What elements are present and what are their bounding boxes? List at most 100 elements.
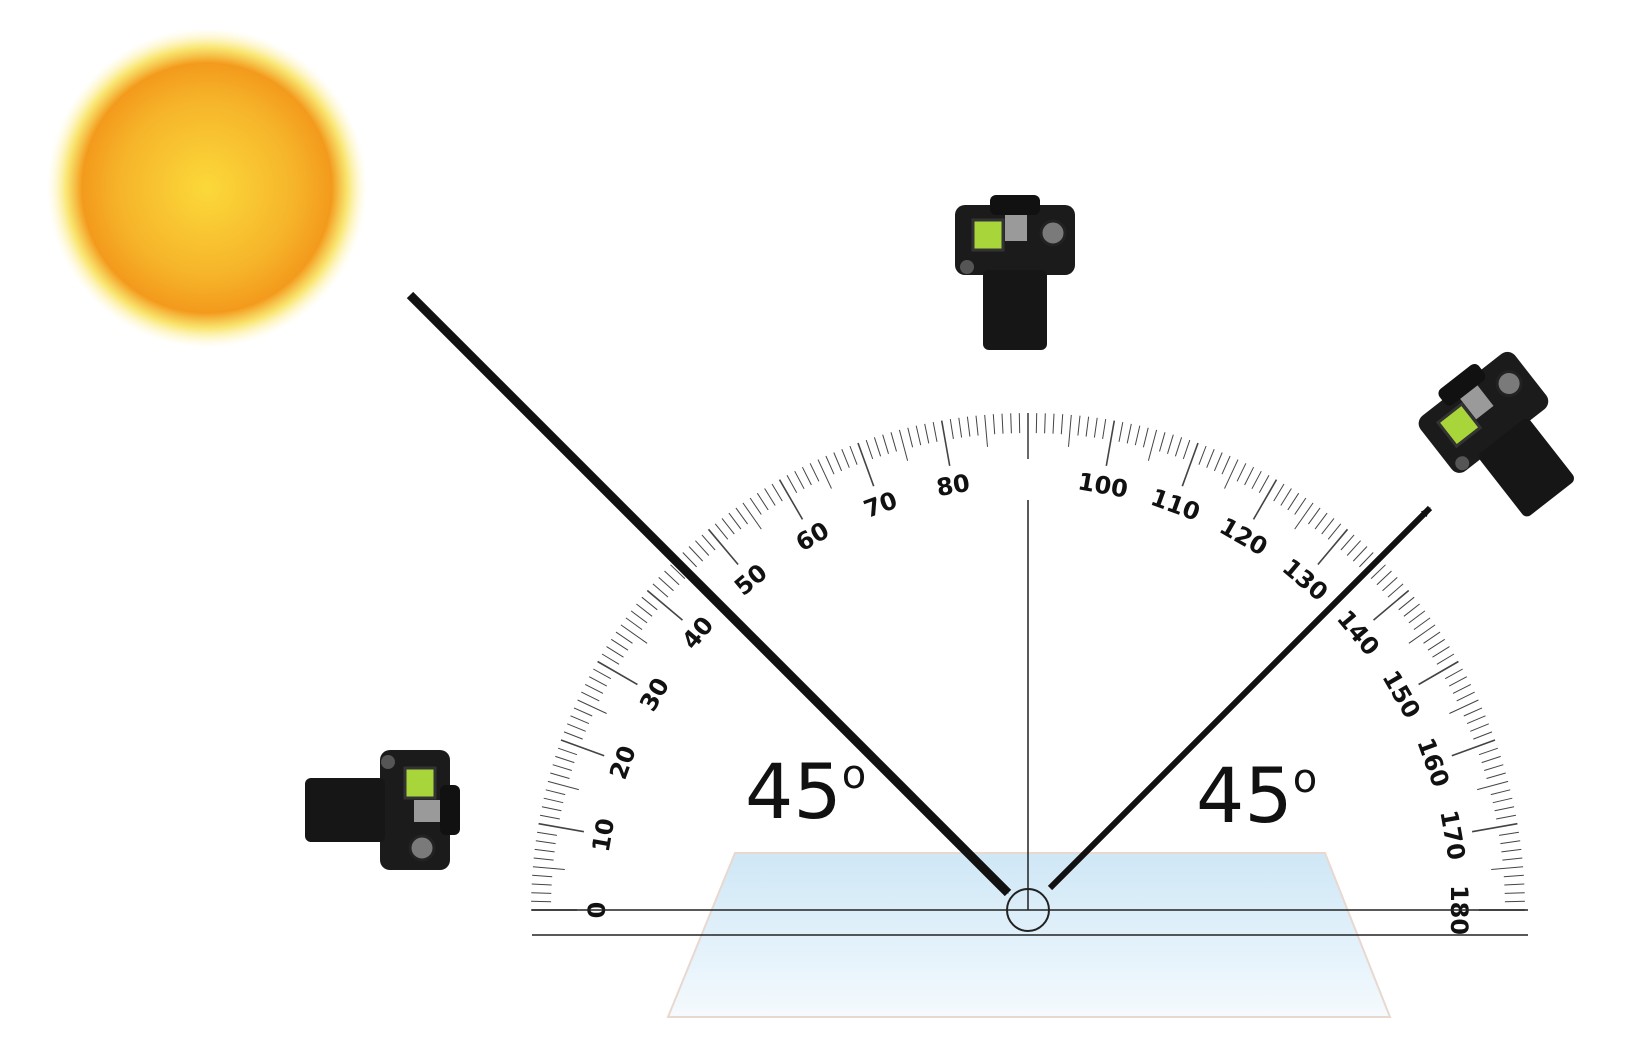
- protractor-tick: [552, 764, 572, 771]
- protractor-tick: [786, 475, 798, 494]
- protractor-tick: [833, 452, 843, 472]
- protractor-tick: [1484, 764, 1504, 771]
- protractor-label-100: 100: [1076, 467, 1130, 503]
- protractor-tick: [581, 691, 600, 702]
- protractor-label-60: 60: [791, 516, 834, 557]
- protractor-tick: [1432, 646, 1450, 658]
- protractor-tick: [1496, 814, 1516, 820]
- protractor-tick: [1491, 866, 1524, 870]
- protractor-tick: [1504, 883, 1525, 886]
- protractor-tick: [1492, 797, 1513, 804]
- protractor-tick: [1213, 452, 1223, 472]
- protractor-tick: [1327, 523, 1342, 540]
- protractor-tick: [620, 624, 648, 644]
- protractor-tick: [1452, 683, 1472, 694]
- protractor-tick: [1198, 445, 1207, 465]
- protractor-tick: [1473, 731, 1493, 740]
- protractor-tick: [1052, 413, 1055, 434]
- protractor-tick: [555, 755, 575, 764]
- protractor-label-110: 110: [1147, 483, 1204, 526]
- protractor-tick: [601, 653, 620, 665]
- protractor-label-20: 20: [604, 742, 642, 783]
- protractor-tick: [1418, 660, 1459, 686]
- protractor-tick: [873, 437, 882, 457]
- protractor-tick: [560, 739, 605, 757]
- protractor-tick: [1093, 417, 1098, 438]
- protractor-tick: [1481, 755, 1501, 764]
- protractor-tick: [1501, 848, 1522, 853]
- protractor-label-120: 120: [1215, 512, 1272, 561]
- camera-icon: [953, 193, 1077, 352]
- protractor-tick: [801, 466, 812, 486]
- protractor-tick: [625, 617, 643, 631]
- protractor-tick: [1486, 772, 1506, 779]
- protractor-tick: [1503, 874, 1524, 878]
- protractor-tick: [1142, 427, 1149, 448]
- protractor-tick: [531, 883, 552, 886]
- protractor-tick: [865, 439, 874, 460]
- protractor-tick: [1500, 840, 1521, 845]
- protractor-tick: [1387, 583, 1404, 598]
- protractor-tick: [1408, 610, 1426, 624]
- protractor-label-80: 80: [934, 469, 972, 502]
- protractor-tick: [567, 723, 586, 732]
- protractor-tick: [1010, 413, 1012, 434]
- protractor-tick: [940, 420, 951, 467]
- incident-angle-label: 45o: [745, 747, 866, 836]
- protractor-tick: [932, 422, 938, 442]
- protractor-tick: [584, 683, 604, 694]
- protractor-tick: [1077, 415, 1081, 436]
- protractor-tick: [615, 631, 633, 644]
- protractor-tick: [543, 797, 564, 804]
- reflection-diagram: 01020304050607080 100 11012013014015016017…: [47, 28, 1600, 1018]
- protractor-tick: [1307, 507, 1321, 525]
- protractor-tick: [1236, 463, 1247, 482]
- protractor-tick: [688, 546, 704, 562]
- protractor-label-130: 130: [1277, 553, 1333, 607]
- protractor-tick: [1068, 414, 1072, 447]
- protractor-tick: [541, 806, 562, 812]
- protractor-tick: [1147, 429, 1158, 461]
- protractor-tick: [1174, 437, 1183, 457]
- protractor-tick: [1346, 540, 1361, 556]
- protractor-label-50: 50: [729, 558, 773, 601]
- protractor-tick: [728, 512, 742, 530]
- protractor-tick: [550, 772, 570, 779]
- protractor-tick: [606, 646, 624, 658]
- protractor-tick: [924, 423, 930, 444]
- protractor-tick: [1314, 512, 1328, 530]
- protractor-label-70: 70: [860, 486, 901, 524]
- protractor-tick: [1280, 488, 1292, 506]
- protractor-label-40: 40: [676, 611, 719, 655]
- reflected-angle-label: 45o: [1196, 751, 1317, 840]
- protractor-tick: [1252, 479, 1278, 520]
- protractor-tick: [882, 434, 889, 454]
- protractor-label-140: 140: [1331, 605, 1385, 661]
- incident-ray: [406, 291, 1012, 897]
- protractor-tick: [1477, 780, 1509, 791]
- protractor-tick: [593, 668, 612, 680]
- protractor-tick: [636, 603, 653, 617]
- protractor-tick: [534, 848, 555, 853]
- protractor-tick: [742, 502, 762, 530]
- protractor-tick: [1382, 577, 1398, 592]
- protractor-tick: [1448, 676, 1468, 687]
- protractor-tick: [714, 523, 729, 540]
- protractor-tick: [975, 415, 979, 436]
- protractor-tick: [1504, 892, 1525, 894]
- protractor-tick: [547, 780, 579, 791]
- protractor-tick: [849, 445, 858, 465]
- protractor-tick: [778, 479, 804, 520]
- protractor-tick: [535, 840, 556, 845]
- protractor-tick: [966, 416, 971, 437]
- protractor-tick: [1251, 470, 1262, 490]
- camera-icon: [303, 748, 462, 872]
- protractor-tick: [949, 419, 954, 439]
- protractor-tick: [1502, 857, 1523, 861]
- protractor-tick: [841, 449, 850, 468]
- protractor-tick: [538, 822, 585, 833]
- protractor-tick: [1403, 603, 1420, 617]
- protractor-tick: [1398, 596, 1415, 611]
- protractor-tick: [764, 488, 776, 506]
- protractor-tick: [825, 455, 835, 475]
